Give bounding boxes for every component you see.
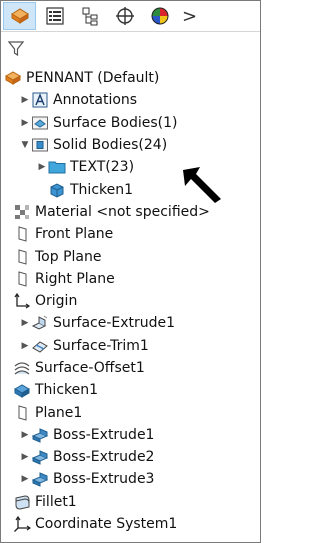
surface-offset-icon: [14, 362, 30, 375]
feature-tree: PENNANT (Default) ▶ Annotations ▶ Surfac…: [1, 67, 260, 535]
expand-icon[interactable]: ▶: [19, 341, 31, 351]
tree-item-label: Front Plane: [35, 226, 114, 243]
tree-item-plane1[interactable]: Plane1: [1, 401, 260, 423]
filter-icon[interactable]: [8, 41, 24, 57]
tree-item-label: Boss-Extrude3: [53, 471, 155, 488]
tree-item-thicken1[interactable]: Thicken1: [1, 379, 260, 401]
tree-item-annotations[interactable]: ▶ Annotations: [1, 89, 260, 111]
tree-item-origin[interactable]: Origin: [1, 290, 260, 312]
plane-icon: [18, 404, 27, 421]
tree-item-fillet1[interactable]: Fillet1: [1, 491, 260, 513]
dimxpert-manager-tab[interactable]: [108, 2, 141, 30]
tree-item-label: Fillet1: [35, 493, 77, 510]
folder-icon: [48, 161, 66, 174]
tree-item-label: Coordinate System1: [35, 516, 178, 533]
property-manager-tab[interactable]: [38, 2, 71, 30]
expand-icon[interactable]: ▶: [19, 452, 31, 462]
tree-item-label: Surface-Extrude1: [53, 315, 176, 332]
tree-item-boss-extrude2[interactable]: ▶ Boss-Extrude2: [1, 446, 260, 468]
feature-manager-icon: [10, 8, 29, 24]
tree-item-solid-bodies[interactable]: ▼ Solid Bodies(24): [1, 134, 260, 156]
collapse-icon[interactable]: ▼: [19, 140, 31, 150]
plane-icon: [18, 226, 27, 242]
feature-manager-panel: > PENNANT (Default) ▶ Annotations ▶ Surf…: [0, 0, 261, 543]
boss-extrude-icon: [31, 450, 49, 465]
tree-item-label: Top Plane: [35, 248, 102, 265]
thicken-icon: [13, 384, 31, 399]
plane-icon: [18, 248, 27, 265]
property-manager-icon: [45, 7, 64, 25]
boss-extrude-icon: [31, 472, 49, 488]
more-tabs-chevron-icon[interactable]: >: [182, 6, 197, 27]
surface-trim-icon: [32, 341, 48, 353]
solid-bodies-folder-icon: [32, 138, 48, 152]
tree-item-label: Solid Bodies(24): [53, 137, 168, 154]
feature-manager-tab[interactable]: [3, 2, 36, 30]
tree-item-label: Boss-Extrude1: [53, 426, 155, 443]
tree-item-surface-bodies[interactable]: ▶ Surface Bodies(1): [1, 112, 260, 134]
expand-icon[interactable]: ▶: [19, 318, 31, 328]
material-icon: [15, 204, 29, 219]
solid-body-icon: [50, 183, 64, 198]
tree-item-boss-extrude1[interactable]: ▶ Boss-Extrude1: [1, 424, 260, 446]
surface-extrude-icon: [31, 315, 48, 330]
tree-item-surface-trim1[interactable]: ▶ Surface-Trim1: [1, 335, 260, 357]
plane-icon: [18, 271, 27, 287]
tree-item-coordinate-system1[interactable]: Coordinate System1: [1, 513, 260, 535]
tree-item-label: Plane1: [35, 404, 83, 421]
surface-bodies-folder-icon: [32, 116, 48, 130]
display-manager-tab[interactable]: [143, 2, 176, 30]
configuration-manager-tab[interactable]: [73, 2, 106, 30]
tree-item-label: Surface Bodies(1): [53, 114, 178, 131]
crosshair-icon: [115, 7, 134, 25]
tree-item-label: Annotations: [53, 92, 138, 109]
tree-item-label: Thicken1: [35, 382, 99, 399]
tree-item-label: Surface-Offset1: [35, 360, 145, 376]
tree-item-label: Surface-Trim1: [53, 337, 149, 354]
tree-item-material[interactable]: Material <not specified>: [1, 201, 260, 223]
tree-item-boss-extrude3[interactable]: ▶ Boss-Extrude3: [1, 468, 260, 490]
expand-icon[interactable]: ▶: [19, 95, 31, 105]
display-manager-icon: [151, 7, 168, 25]
tree-item-label: Thicken1: [70, 181, 134, 198]
tree-item-surface-offset1[interactable]: Surface-Offset1: [1, 357, 260, 379]
configuration-manager-icon: [82, 7, 97, 26]
part-icon: [4, 71, 22, 86]
tree-item-label: Right Plane: [35, 270, 115, 287]
expand-icon[interactable]: ▶: [19, 118, 31, 128]
boss-extrude-icon: [31, 428, 49, 443]
annotations-icon: [32, 92, 48, 108]
expand-icon[interactable]: ▶: [19, 474, 31, 484]
expand-icon[interactable]: ▶: [19, 430, 31, 440]
manager-toolbar: >: [1, 1, 260, 32]
origin-icon: [14, 293, 31, 309]
pointer-arrow-icon: [183, 167, 221, 203]
tree-item-surface-extrude1[interactable]: ▶ Surface-Extrude1: [1, 312, 260, 334]
tree-item-label: Origin: [35, 293, 78, 310]
expand-icon[interactable]: ▶: [36, 162, 48, 172]
tree-item-label: Boss-Extrude2: [53, 449, 155, 466]
tree-item-top-plane[interactable]: Top Plane: [1, 245, 260, 267]
tree-root[interactable]: PENNANT (Default): [1, 67, 260, 89]
tree-item-front-plane[interactable]: Front Plane: [1, 223, 260, 245]
tree-root-label: PENNANT (Default): [26, 70, 160, 87]
coordinate-system-icon: [14, 515, 31, 533]
tree-item-label: Material <not specified>: [35, 203, 210, 220]
fillet-icon: [15, 495, 30, 510]
tree-item-right-plane[interactable]: Right Plane: [1, 268, 260, 290]
tree-item-label: TEXT(23): [70, 159, 135, 176]
